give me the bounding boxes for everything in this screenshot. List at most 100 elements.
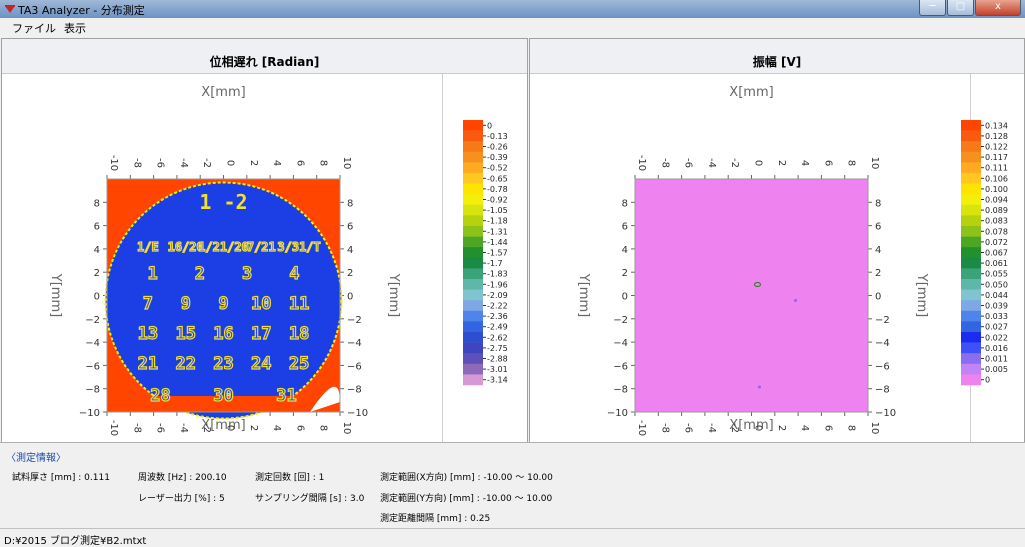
phase-ytick-label-left: 8: [94, 198, 100, 209]
amp-legend-swatch: [961, 321, 981, 333]
phase-ytick-label-left: 0: [94, 292, 100, 303]
phase-legend-swatch: [463, 204, 483, 216]
amp-ytick-label-left: 6: [622, 222, 628, 233]
phase-legend-label: -3.14: [487, 376, 508, 385]
phase-calendar-cell: 22: [175, 354, 195, 374]
phase-legend-label: -0.78: [487, 185, 508, 194]
amp-ytick-label-left: 4: [622, 245, 628, 256]
measurement-info: 〈測定情報〉 試料厚さ [mm] : 0.111 周波数 [Hz] : 200.…: [0, 442, 1025, 529]
amp-legend-swatch: [961, 342, 981, 354]
amp-legend-swatch: [961, 120, 981, 131]
phase-calendar-cell: 30: [213, 386, 233, 406]
file-path: D:¥2015 ブログ測定¥B2.mtxt: [4, 536, 147, 547]
amp-legend-label: 0.111: [985, 164, 1008, 173]
menu-file[interactable]: ファイル: [12, 20, 56, 36]
phase-legend-swatch: [463, 332, 483, 343]
amp-legend-swatch: [961, 204, 981, 216]
phase-legend-swatch: [463, 173, 483, 184]
phase-legend-label: 0: [487, 121, 492, 130]
phase-legend-swatch: [463, 141, 483, 153]
amp-legend-label: 0.067: [985, 249, 1008, 258]
phase-legend-swatch: [463, 310, 483, 322]
phase-legend-label: -2.09: [487, 291, 508, 300]
phase-legend-label: -1.83: [487, 270, 508, 279]
amp-xtick-label-bottom: 8: [846, 425, 857, 431]
amp-xtick-label-top: -10: [636, 155, 647, 171]
phase-legend-swatch: [463, 162, 483, 174]
amp-legend-label: 0.134: [985, 121, 1008, 130]
phase-xtick-label-bottom: 6: [294, 425, 305, 431]
phase-legend-label: -3.01: [487, 365, 508, 374]
amp-xtick-label-top: -2: [729, 158, 740, 168]
close-button[interactable]: x: [975, 0, 1021, 16]
amp-xtick-label-top: -4: [706, 158, 717, 168]
amp-legend-label: 0.078: [985, 227, 1008, 236]
phase-legend-swatch: [463, 215, 483, 227]
frequency-text: 周波数 [Hz] : 200.10: [138, 473, 227, 483]
phase-calendar-cell: 18: [289, 324, 309, 344]
phase-calendar-cell: 3: [242, 264, 252, 284]
phase-legend-swatch: [463, 151, 483, 163]
phase-calendar-cell: 1/E: [137, 240, 159, 254]
amp-legend-swatch: [961, 130, 981, 142]
amp-legend-swatch: [961, 268, 981, 280]
phase-legend-swatch: [463, 321, 483, 333]
amp-spot: [794, 299, 797, 302]
phase-legend-label: -1.31: [487, 227, 508, 236]
phase-legend-swatch: [463, 120, 483, 131]
amp-legend-label: 0.061: [985, 259, 1008, 268]
phase-calendar-cell: 7: [143, 294, 153, 314]
amp-ytick-label-right: −2: [875, 315, 890, 326]
phase-panel-header: 位相遅れ [Radian]: [2, 39, 527, 74]
amplitude-plot-area: X[mm] X[mm] Y[mm] Y[mm] -10 -10 -8 -8 -6 -6 -4 -4 -2…: [530, 74, 971, 442]
phase-plot: X[mm]X[mm]Y[mm] Y[mm]-10-10-8-8-6-6-4-4-2…: [48, 85, 401, 436]
sampling-text: サンプリング間隔 [s] : 3.0: [255, 494, 365, 504]
amp-legend-label: 0.033: [985, 312, 1008, 321]
amp-xtick-label-bottom: -4: [706, 423, 717, 433]
phase-xtick-label-bottom: 2: [248, 425, 259, 431]
phase-ytick-label-right: −8: [347, 385, 362, 396]
phase-legend-swatch: [463, 289, 483, 301]
phase-xtick-label-bottom: -2: [201, 423, 212, 433]
phase-legend-label: -1.18: [487, 217, 508, 226]
window-controls: ─ ▢ x: [919, 0, 1021, 16]
phase-legend-label: -1.44: [487, 238, 508, 247]
phase-legend-label: -1.57: [487, 249, 508, 258]
amp-legend-swatch: [961, 374, 981, 386]
amp-legend-label: 0.122: [985, 143, 1008, 152]
amp-spot: [758, 385, 761, 389]
amp-ytick-label-left: −10: [607, 408, 628, 419]
phase-xtick-label-top: 10: [341, 157, 352, 170]
amp-legend-swatch: [961, 226, 981, 237]
phase-xtick-label-bottom: 0: [225, 425, 236, 431]
menu-view[interactable]: 表示: [64, 20, 86, 36]
minimize-button[interactable]: ─: [919, 0, 946, 16]
phase-calendar-cell: 2: [195, 264, 205, 284]
amp-ytick-label-right: 6: [875, 222, 881, 233]
phase-legend-swatch: [463, 194, 483, 206]
amp-legend-swatch: [961, 215, 981, 227]
amp-xtick-label-bottom: 2: [776, 425, 787, 431]
phase-ytick-label-right: 4: [347, 245, 353, 256]
title-bar: TA3 Analyzer - 分布測定 ─ ▢ x: [0, 0, 1025, 18]
phase-legend-label: -0.26: [487, 143, 508, 152]
amp-y-label-right: Y[mm]: [914, 273, 929, 317]
amp-xtick-label-bottom: -2: [729, 423, 740, 433]
amp-xtick-label-top: 0: [753, 160, 764, 166]
maximize-button[interactable]: ▢: [947, 0, 974, 16]
amp-legend-label: 0.016: [985, 344, 1008, 353]
phase-ytick-label-right: −2: [347, 315, 362, 326]
phase-xtick-label-top: 8: [318, 160, 329, 166]
phase-ytick-label-right: 6: [347, 222, 353, 233]
phase-legend-swatch: [463, 130, 483, 142]
thickness-text: 試料厚さ [mm] : 0.111: [12, 473, 110, 483]
amp-legend-label: 0.055: [985, 270, 1008, 279]
amp-legend-label: 0.117: [985, 153, 1008, 162]
amp-xtick-label-top: 2: [776, 160, 787, 166]
amplitude-panel-title: 振幅 [V]: [752, 55, 802, 69]
amp-xtick-label-bottom: 10: [869, 422, 880, 435]
amp-legend-label: 0.011: [985, 355, 1008, 364]
phase-ytick-label-left: −8: [85, 385, 100, 396]
amp-background: [635, 179, 868, 412]
phase-ytick-label-right: 0: [347, 292, 353, 303]
